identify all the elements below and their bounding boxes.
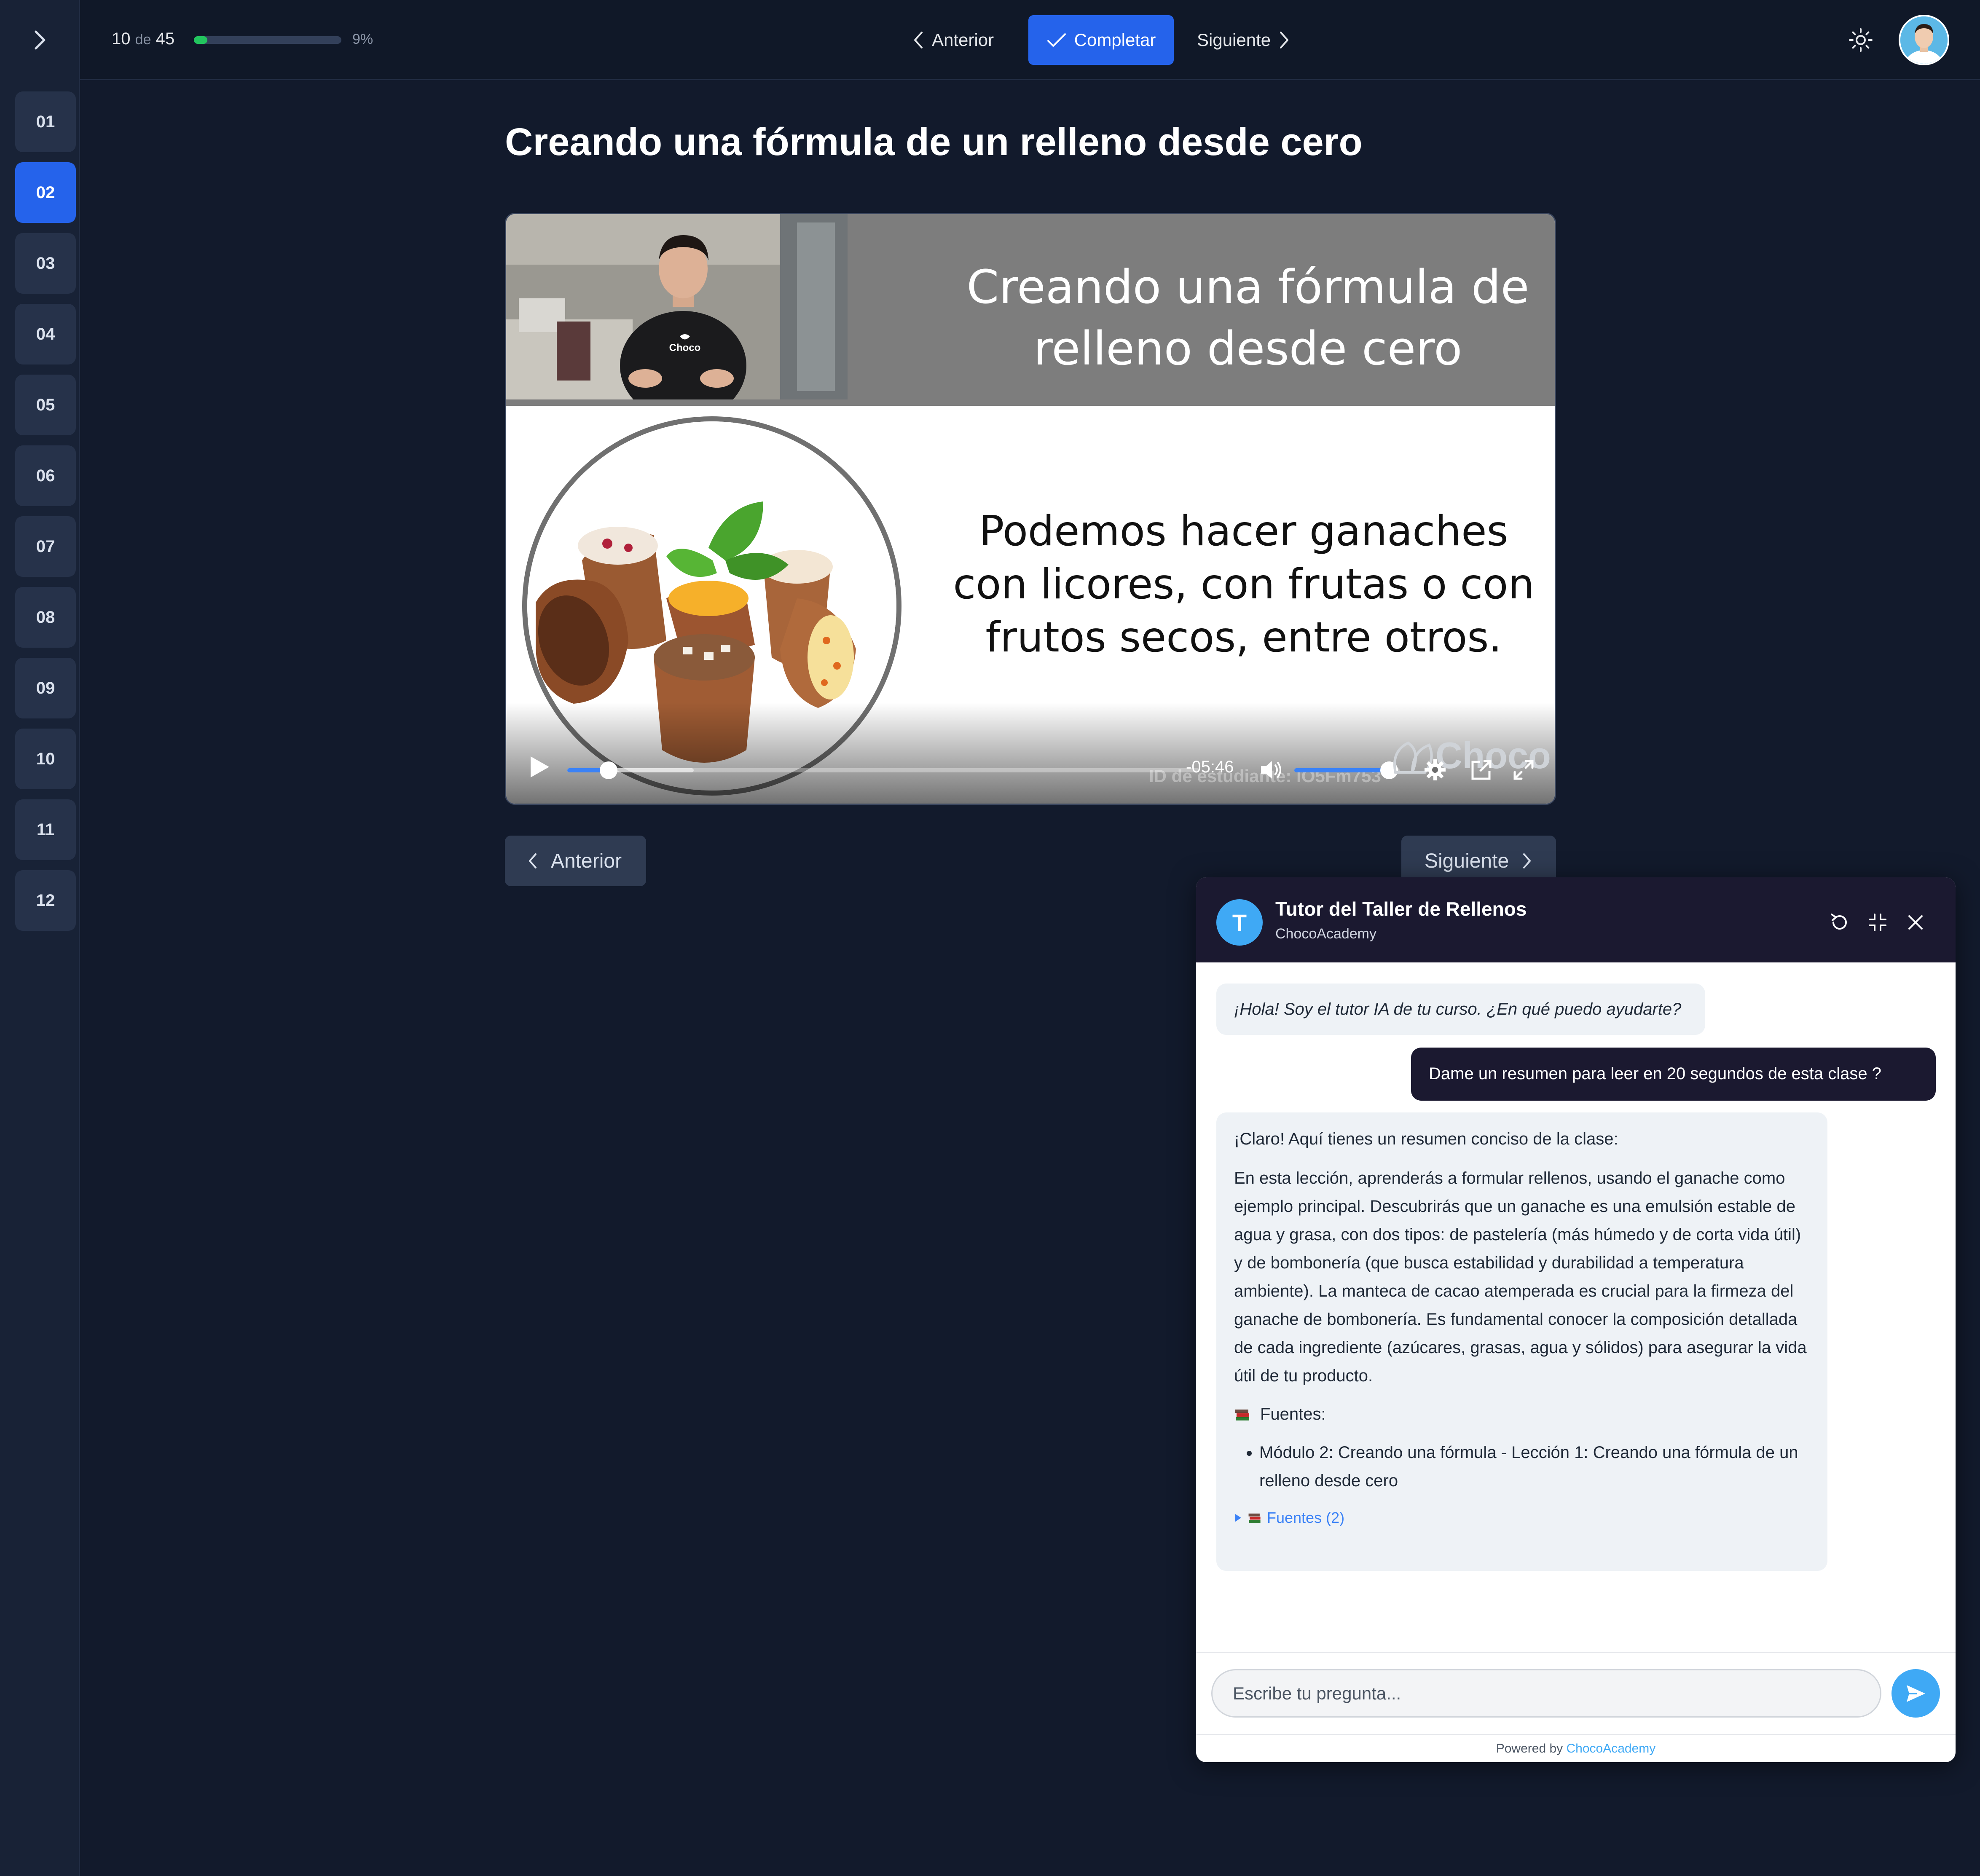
video-seek-handle[interactable] (599, 761, 617, 779)
progress-bar (194, 36, 341, 44)
progress-percent: 9% (352, 31, 373, 47)
volume-fill (1294, 768, 1389, 772)
module-button-08[interactable]: 08 (15, 587, 76, 648)
module-sidebar: 01 02 03 04 05 06 07 08 09 10 11 12 (0, 0, 80, 1876)
previous-lesson-button[interactable]: Anterior (912, 15, 994, 65)
progress-bar-fill (194, 36, 207, 44)
answer-body: En esta lección, aprenderás a formular r… (1234, 1169, 1807, 1385)
close-chat-icon[interactable] (1904, 911, 1927, 934)
chat-input-area (1196, 1652, 1956, 1734)
pager-previous-button[interactable]: Anterior (505, 836, 646, 886)
sun-icon[interactable] (1848, 27, 1873, 53)
caret-right-icon (1235, 1514, 1241, 1522)
next-lesson-label: Siguiente (1197, 30, 1271, 50)
presenter-video-frame: Choco (506, 214, 848, 399)
slide-title: Creando una fórmula de relleno desde cer… (966, 260, 1529, 375)
top-bar: 10 de 45 9% Anterior Completar Siguiente (80, 0, 1980, 80)
sources-heading: Fuentes: (1234, 1400, 1810, 1428)
user-message: Dame un resumen para leer en 20 segundos… (1411, 1048, 1936, 1101)
complete-lesson-label: Completar (1074, 30, 1156, 50)
chat-header: T Tutor del Taller de Rellenos ChocoAcad… (1196, 877, 1956, 962)
chevron-right-icon (1280, 32, 1289, 48)
answer-intro: ¡Claro! Aquí tienes un resumen conciso d… (1234, 1130, 1618, 1148)
chevron-right-icon (1523, 853, 1531, 868)
bot-greeting-message: ¡Hola! Soy el tutor IA de tu curso. ¿En … (1216, 984, 1705, 1035)
sources-toggle[interactable]: Fuentes (2) (1234, 1503, 1810, 1532)
module-button-03[interactable]: 03 (15, 233, 76, 294)
play-icon[interactable] (528, 755, 551, 779)
progress-counter: 10 de 45 (112, 29, 174, 48)
module-button-11[interactable]: 11 (15, 799, 76, 860)
user-avatar[interactable] (1899, 15, 1949, 65)
chevron-right-icon (35, 30, 46, 50)
progress-current: 10 (112, 29, 131, 48)
next-lesson-button[interactable]: Siguiente (1197, 15, 1290, 65)
pager-previous-label: Anterior (551, 850, 622, 872)
progress-of: de (135, 32, 151, 48)
check-icon (1047, 33, 1066, 47)
minimize-chat-icon[interactable] (1866, 911, 1889, 934)
user-photo-icon (1900, 16, 1948, 64)
video-seek-bar[interactable] (567, 761, 1199, 779)
video-time-remaining: -05:46 (1186, 758, 1234, 776)
chat-title: Tutor del Taller de Rellenos (1275, 898, 1527, 920)
slide-body-text: Podemos hacer ganaches con licores, con … (953, 507, 1535, 662)
module-button-01[interactable]: 01 (15, 91, 76, 152)
ai-tutor-chat-panel: T Tutor del Taller de Rellenos ChocoAcad… (1196, 877, 1956, 1762)
module-button-09[interactable]: 09 (15, 658, 76, 718)
progress-total: 45 (156, 29, 175, 48)
chevron-left-icon (529, 853, 537, 868)
footer-prefix: Powered by (1496, 1742, 1563, 1755)
source-item: Módulo 2: Creando una fórmula - Lección … (1259, 1439, 1810, 1495)
module-button-10[interactable]: 10 (15, 729, 76, 789)
module-button-07[interactable]: 07 (15, 516, 76, 577)
sources-toggle-label: Fuentes (2) (1267, 1509, 1345, 1526)
lesson-title: Creando una fórmula de un relleno desde … (505, 121, 1363, 163)
chat-subtitle: ChocoAcademy (1275, 926, 1377, 942)
module-button-04[interactable]: 04 (15, 304, 76, 364)
chat-question-input[interactable] (1211, 1669, 1881, 1718)
reset-chat-icon[interactable] (1828, 911, 1851, 934)
settings-gear-icon[interactable] (1423, 758, 1447, 782)
bot-answer-message: ¡Claro! Aquí tienes un resumen conciso d… (1216, 1112, 1827, 1571)
chevron-left-icon (914, 32, 923, 48)
pager-next-label: Siguiente (1425, 850, 1509, 872)
chat-footer: Powered by ChocoAcademy (1196, 1734, 1956, 1762)
fullscreen-icon[interactable] (1511, 758, 1536, 782)
complete-lesson-button[interactable]: Completar (1028, 15, 1174, 65)
sources-heading-label: Fuentes: (1260, 1405, 1326, 1423)
module-button-12[interactable]: 12 (15, 870, 76, 931)
module-button-02[interactable]: 02 (15, 162, 76, 223)
sources-list: Módulo 2: Creando una fórmula - Lección … (1259, 1439, 1810, 1495)
send-message-button[interactable] (1891, 1669, 1940, 1718)
video-player[interactable]: Choco Creando una fórmula de relleno des… (505, 213, 1556, 805)
module-button-06[interactable]: 06 (15, 445, 76, 506)
send-icon (1906, 1685, 1925, 1702)
books-icon (1248, 1513, 1261, 1523)
sidebar-toggle-button[interactable] (0, 0, 80, 80)
books-icon (1235, 1409, 1249, 1420)
previous-lesson-label: Anterior (932, 30, 994, 50)
volume-icon[interactable] (1258, 758, 1283, 782)
presenter-shirt-text: Choco (669, 342, 701, 354)
footer-brand-link[interactable]: ChocoAcademy (1567, 1742, 1656, 1755)
module-button-05[interactable]: 05 (15, 375, 76, 435)
open-external-icon[interactable] (1469, 758, 1494, 782)
tutor-avatar: T (1216, 899, 1263, 946)
